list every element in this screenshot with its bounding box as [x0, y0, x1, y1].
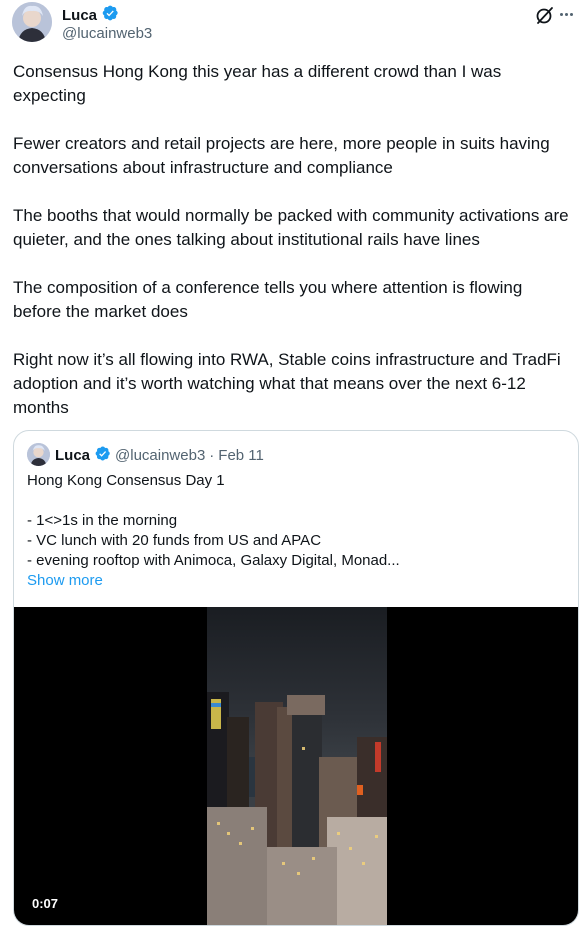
post-paragraph: Fewer creators and retail projects are h…: [13, 134, 550, 177]
post-paragraph: Right now it’s all flowing into RWA, Sta…: [13, 350, 561, 417]
quoted-line: - evening rooftop with Animoca, Galaxy D…: [27, 552, 400, 569]
author-name-row[interactable]: Luca: [62, 4, 119, 27]
quoted-separator: ·: [209, 447, 215, 464]
quoted-author-avatar[interactable]: [27, 443, 50, 466]
quoted-date[interactable]: Feb 11: [218, 447, 264, 464]
author-handle[interactable]: @lucainweb3: [62, 25, 152, 42]
quoted-post[interactable]: Luca @lucainweb3 · Feb 11 Hong Kong Cons…: [13, 430, 579, 926]
more-icon[interactable]: [560, 10, 580, 18]
quoted-line: [27, 491, 567, 511]
post-text: Consensus Hong Kong this year has a diff…: [13, 60, 575, 444]
post-paragraph: The booths that would normally be packed…: [13, 206, 569, 249]
author-avatar[interactable]: [12, 2, 52, 42]
grok-icon[interactable]: [534, 4, 556, 26]
verified-badge-icon: [94, 445, 111, 466]
video-frame: [207, 607, 387, 925]
post-paragraph: The composition of a conference tells yo…: [13, 278, 523, 321]
video-duration: 0:07: [26, 894, 65, 913]
quoted-line: Hong Kong Consensus Day 1: [27, 472, 225, 489]
verified-badge-icon: [101, 4, 119, 27]
quoted-author-handle[interactable]: @lucainweb3: [115, 447, 205, 464]
quoted-text: Hong Kong Consensus Day 1 - 1<>1s in the…: [27, 471, 567, 591]
quoted-line: - 1<>1s in the morning: [27, 512, 178, 529]
show-more-link[interactable]: Show more: [27, 571, 567, 591]
quoted-author-name[interactable]: Luca: [55, 447, 90, 464]
video-player[interactable]: 0:07: [14, 607, 578, 925]
quoted-header: Luca @lucainweb3 · Feb 11: [55, 445, 264, 466]
post-paragraph: Consensus Hong Kong this year has a diff…: [13, 62, 502, 105]
author-name[interactable]: Luca: [62, 7, 97, 24]
quoted-line: - VC lunch with 20 funds from US and APA…: [27, 532, 322, 549]
